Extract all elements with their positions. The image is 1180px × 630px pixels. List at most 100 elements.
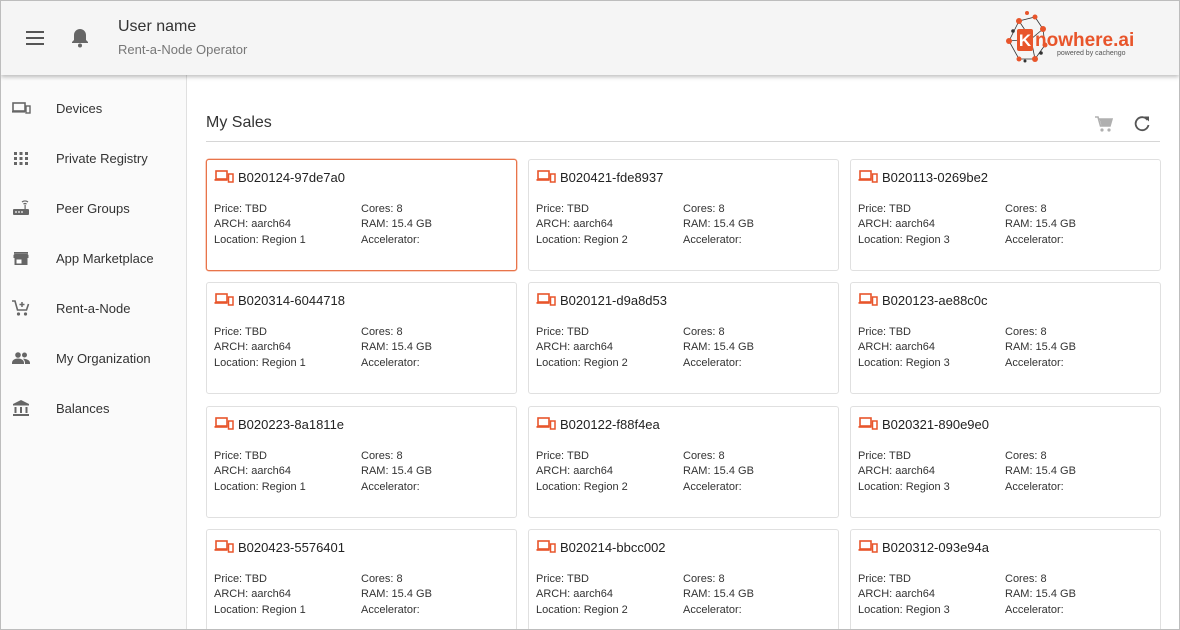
sidebar-item-peer-groups[interactable]: Peer Groups: [1, 188, 187, 228]
sidebar: Devices Private Registry Peer Groups App…: [1, 75, 187, 629]
node-id: B020314-6044718: [238, 293, 345, 308]
node-location: Location: Region 2: [536, 357, 628, 369]
cart-icon[interactable]: [1093, 113, 1115, 135]
store-icon: [11, 248, 31, 268]
node-ram: RAM: 15.4 GB: [1005, 341, 1076, 353]
apps-grid-icon: [11, 148, 31, 168]
devices-icon: [858, 416, 878, 432]
sidebar-item-app-marketplace[interactable]: App Marketplace: [1, 238, 187, 278]
main-content: My Sales B020124-97de7a0 Price: TBD ARCH: …: [187, 75, 1179, 629]
logo-wordmark: nowhere.ai: [1035, 30, 1134, 51]
user-role: Rent-a-Node Operator: [118, 42, 248, 57]
node-location: Location: Region 1: [214, 234, 306, 246]
user-name: User name: [118, 18, 197, 35]
node-cores: Cores: 8: [1005, 326, 1047, 338]
devices-icon: [858, 292, 878, 308]
node-accelerator: Accelerator:: [1005, 604, 1064, 616]
node-card[interactable]: B020423-5576401 Price: TBD ARCH: aarch64 Lo…: [206, 529, 517, 629]
sidebar-item-rent-a-node[interactable]: Rent-a-Node: [1, 288, 187, 328]
node-accelerator: Accelerator:: [361, 481, 420, 493]
node-cores: Cores: 8: [683, 326, 725, 338]
node-ram: RAM: 15.4 GB: [1005, 465, 1076, 477]
node-cores: Cores: 8: [683, 203, 725, 215]
node-price: Price: TBD: [536, 573, 589, 585]
node-ram: RAM: 15.4 GB: [361, 588, 432, 600]
node-cores: Cores: 8: [361, 573, 403, 585]
title-divider: [206, 141, 1160, 142]
node-card[interactable]: B020223-8a1811e Price: TBD ARCH: aarch64 Lo…: [206, 406, 517, 518]
bank-icon: [11, 398, 31, 418]
node-card[interactable]: B020421-fde8937 Price: TBD ARCH: aarch64 Lo…: [528, 159, 839, 271]
sidebar-item-label: App Marketplace: [56, 250, 154, 266]
node-arch: ARCH: aarch64: [536, 218, 614, 230]
node-cores: Cores: 8: [1005, 203, 1047, 215]
node-card[interactable]: B020122-f88f4ea Price: TBD ARCH: aarch64 Lo…: [528, 406, 839, 518]
sidebar-item-balances[interactable]: Balances: [1, 388, 187, 428]
node-ram: RAM: 15.4 GB: [361, 341, 432, 353]
node-card[interactable]: B020214-bbcc002 Price: TBD ARCH: aarch64 Lo…: [528, 529, 839, 629]
sidebar-item-devices[interactable]: Devices: [1, 88, 187, 128]
node-location: Location: Region 3: [858, 481, 950, 493]
node-ram: RAM: 15.4 GB: [1005, 218, 1076, 230]
node-price: Price: TBD: [214, 573, 267, 585]
node-arch: ARCH: aarch64: [536, 341, 614, 353]
node-cores: Cores: 8: [683, 573, 725, 585]
node-arch: ARCH: aarch64: [214, 465, 292, 477]
node-location: Location: Region 1: [214, 481, 306, 493]
node-ram: RAM: 15.4 GB: [1005, 588, 1076, 600]
node-ram: RAM: 15.4 GB: [683, 588, 754, 600]
node-card[interactable]: B020314-6044718 Price: TBD ARCH: aarch64 Lo…: [206, 282, 517, 394]
node-card[interactable]: B020312-093e94a Price: TBD ARCH: aarch64 Lo…: [850, 529, 1161, 629]
node-accelerator: Accelerator:: [1005, 234, 1064, 246]
sidebar-item-label: Devices: [56, 100, 103, 116]
node-arch: ARCH: aarch64: [858, 341, 936, 353]
sidebar-item-label: Private Registry: [56, 150, 148, 166]
refresh-icon[interactable]: [1131, 113, 1153, 135]
node-price: Price: TBD: [858, 450, 911, 462]
node-card[interactable]: B020321-890e9e0 Price: TBD ARCH: aarch64 Lo…: [850, 406, 1161, 518]
node-cores: Cores: 8: [1005, 450, 1047, 462]
node-id: B020121-d9a8d53: [560, 293, 667, 308]
node-arch: ARCH: aarch64: [858, 588, 936, 600]
node-location: Location: Region 3: [858, 234, 950, 246]
node-cores: Cores: 8: [683, 450, 725, 462]
node-price: Price: TBD: [214, 326, 267, 338]
menu-icon[interactable]: [23, 26, 47, 50]
node-cores: Cores: 8: [1005, 573, 1047, 585]
knowhere-logo: K nowhere.ai powered by cachengo: [1001, 9, 1151, 65]
node-id: B020421-fde8937: [560, 170, 664, 185]
node-card[interactable]: B020123-ae88c0c Price: TBD ARCH: aarch64 Lo…: [850, 282, 1161, 394]
node-price: Price: TBD: [536, 450, 589, 462]
node-id: B020214-bbcc002: [560, 540, 666, 555]
node-location: Location: Region 2: [536, 234, 628, 246]
node-accelerator: Accelerator:: [683, 234, 742, 246]
node-id: B020423-5576401: [238, 540, 345, 555]
node-id: B020122-f88f4ea: [560, 417, 660, 432]
node-card[interactable]: B020124-97de7a0 Price: TBD ARCH: aarch64 Lo…: [206, 159, 517, 271]
bell-icon[interactable]: [69, 26, 91, 50]
node-price: Price: TBD: [536, 326, 589, 338]
sidebar-item-label: Rent-a-Node: [56, 300, 131, 316]
node-cores: Cores: 8: [361, 450, 403, 462]
node-card[interactable]: B020121-d9a8d53 Price: TBD ARCH: aarch64 Lo…: [528, 282, 839, 394]
node-cores: Cores: 8: [361, 326, 403, 338]
node-arch: ARCH: aarch64: [536, 588, 614, 600]
node-id: B020312-093e94a: [882, 540, 989, 555]
node-cores: Cores: 8: [361, 203, 403, 215]
sidebar-item-label: Peer Groups: [56, 200, 130, 216]
app-window: User name Rent-a-Node Operator K nowhere…: [0, 0, 1180, 630]
devices-icon: [858, 169, 878, 185]
devices-icon: [214, 416, 234, 432]
node-location: Location: Region 1: [214, 604, 306, 616]
devices-icon: [536, 292, 556, 308]
node-id: B020223-8a1811e: [238, 417, 345, 432]
sidebar-item-my-organization[interactable]: My Organization: [1, 338, 187, 378]
node-card[interactable]: B020113-0269be2 Price: TBD ARCH: aarch64 Lo…: [850, 159, 1161, 271]
node-location: Location: Region 1: [214, 357, 306, 369]
node-price: Price: TBD: [214, 450, 267, 462]
sidebar-item-private-registry[interactable]: Private Registry: [1, 138, 187, 178]
devices-icon: [214, 292, 234, 308]
node-id: B020123-ae88c0c: [882, 293, 988, 308]
node-location: Location: Region 3: [858, 357, 950, 369]
node-accelerator: Accelerator:: [683, 357, 742, 369]
